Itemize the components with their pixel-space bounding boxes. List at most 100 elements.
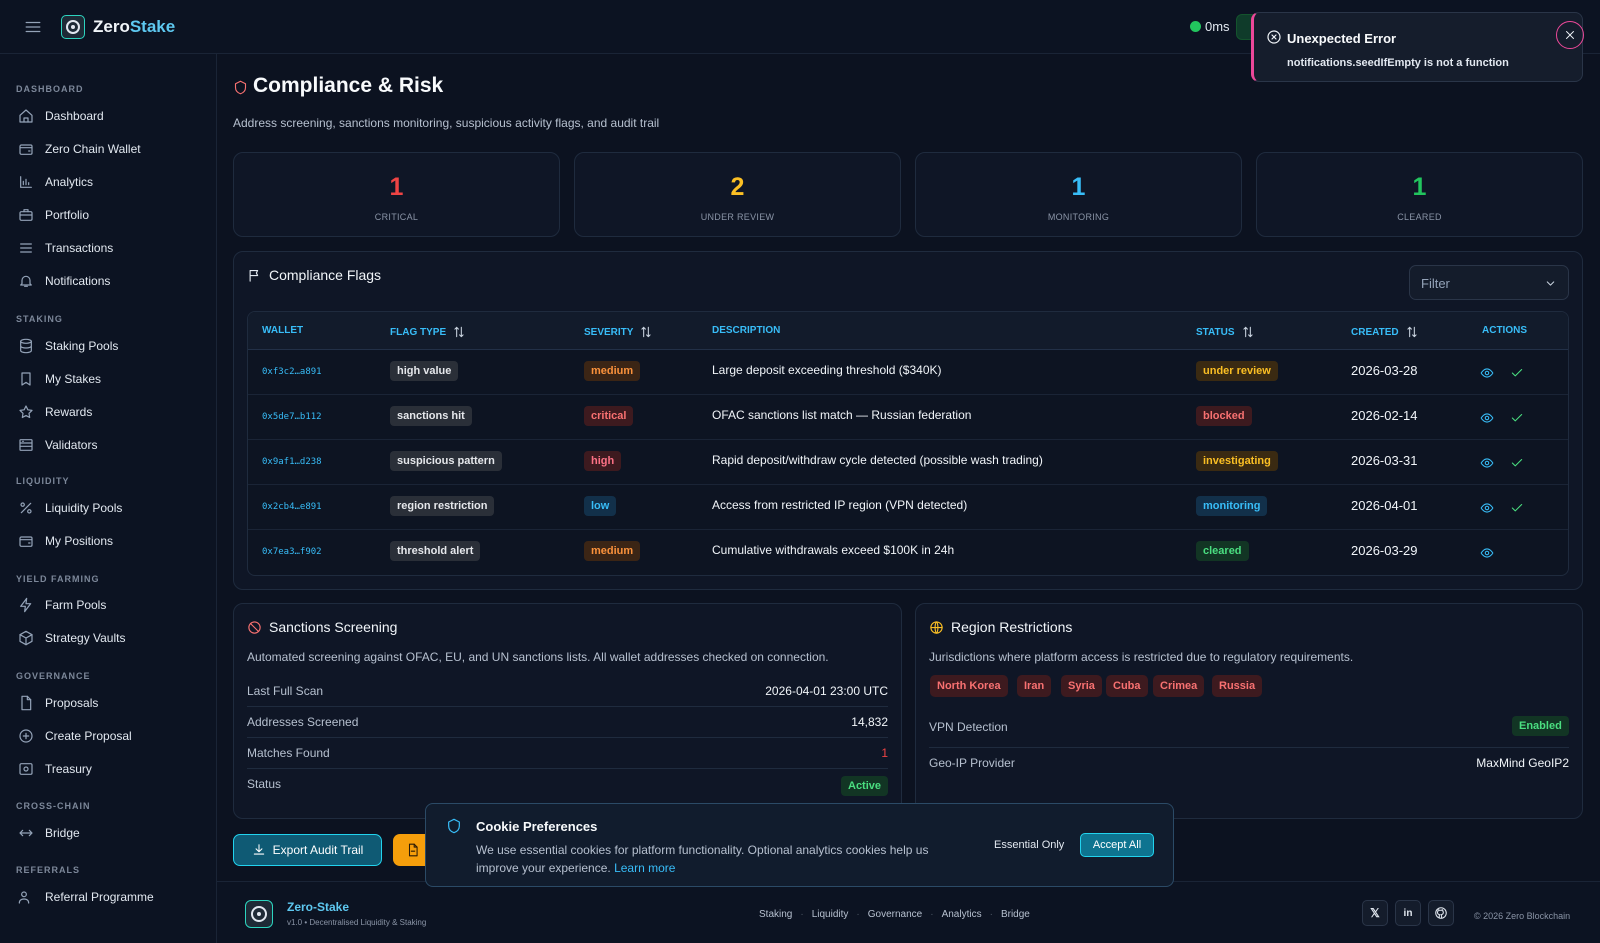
github-icon[interactable] [1428,900,1454,926]
sidebar-section-dashboard: DASHBOARD [16,84,84,94]
essential-only-button[interactable]: Essential Only [994,839,1064,851]
vpn-detection-row: VPN Detection [929,710,1569,748]
col-flag-type[interactable]: FLAG TYPE [390,325,466,339]
sidebar-item-proposals[interactable]: Proposals [18,695,98,711]
cube-icon [18,630,34,646]
shield-icon [233,80,248,95]
table-row: 0x2cb4…e891 region restriction low Acces… [248,485,1568,530]
view-eye-icon[interactable] [1480,456,1494,470]
footer: Zero-Stake v1.0 • Decentralised Liquidit… [217,881,1600,943]
table-row: 0xf3c2…a891 high value medium Large depo… [248,350,1568,395]
col-description: DESCRIPTION [712,325,781,336]
flag-type-tag: region restriction [390,496,495,516]
view-eye-icon[interactable] [1480,411,1494,425]
export-audit-trail-button[interactable]: Export Audit Trail [233,834,382,866]
sidebar-item-analytics[interactable]: Analytics [18,174,93,190]
status-badge: investigating [1196,451,1278,471]
sidebar-item-liquidity-pools[interactable]: Liquidity Pools [18,500,122,516]
page-title: Compliance & Risk [253,74,444,97]
menu-icon[interactable] [24,18,42,36]
last-scan-row: Last Full Scan 2026-04-01 23:00 UTC [247,676,888,707]
x-twitter-icon[interactable]: 𝕏 [1362,900,1388,926]
wallet-address[interactable]: 0x7ea3…f902 [262,547,322,557]
flag-description: OFAC sanctions list match — Russian fede… [712,408,972,422]
filter-select[interactable]: Filter [1409,265,1569,300]
footer-link-staking[interactable]: Staking [759,909,792,920]
table-row: 0x7ea3…f902 threshold alert medium Cumul… [248,530,1568,575]
footer-logo [245,900,273,928]
sidebar-item-bridge[interactable]: Bridge [18,825,80,841]
brand-logo[interactable] [61,15,85,39]
page-subtitle: Address screening, sanctions monitoring,… [233,116,660,130]
sidebar-item-transactions[interactable]: Transactions [18,240,113,256]
wallet-icon [18,141,34,157]
wallet-address[interactable]: 0x9af1…d238 [262,457,322,467]
footer-brand: Zero-Stake [287,900,350,914]
brand-name[interactable]: ZeroStake [93,17,175,37]
status-badge: monitoring [1196,496,1268,516]
sidebar-item-dashboard[interactable]: Dashboard [18,108,104,124]
compliance-flags-table: WALLET FLAG TYPE SEVERITY DESCRIPTION ST… [247,311,1569,576]
database-icon [18,338,34,354]
wallet-address[interactable]: 0x2cb4…e891 [262,502,322,512]
learn-more-link[interactable]: Learn more [614,861,675,875]
sidebar-item-my-positions[interactable]: My Positions [18,533,113,549]
approve-check-icon[interactable] [1510,366,1524,380]
linkedin-icon[interactable]: in [1395,900,1421,926]
sidebar-item-validators[interactable]: Validators [18,437,97,453]
col-status[interactable]: STATUS [1196,325,1255,339]
sidebar-item-portfolio[interactable]: Portfolio [18,207,89,223]
col-created[interactable]: CREATED [1351,325,1419,339]
footer-link-bridge[interactable]: Bridge [1001,909,1030,920]
star-icon [18,404,34,420]
sidebar-item-farm-pools[interactable]: Farm Pools [18,597,106,613]
geoip-row: Geo-IP Provider MaxMind GeoIP2 [929,756,1569,770]
bar-chart-icon [18,174,34,190]
approve-check-icon[interactable] [1510,411,1524,425]
footer-link-analytics[interactable]: Analytics [942,909,982,920]
footer-link-liquidity[interactable]: Liquidity [812,909,849,920]
cookie-text: We use essential cookies for platform fu… [476,843,929,875]
shield-icon [446,818,462,834]
flag-description: Large deposit exceeding threshold ($340K… [712,363,942,377]
approve-check-icon[interactable] [1510,501,1524,515]
severity-badge: medium [584,361,641,381]
flag-description: Rapid deposit/withdraw cycle detected (p… [712,453,1043,467]
sidebar-item-rewards[interactable]: Rewards [18,404,92,420]
region-chip: Russia [1212,675,1263,697]
col-severity[interactable]: SEVERITY [584,325,653,339]
wallet-address[interactable]: 0xf3c2…a891 [262,367,322,377]
region-description: Jurisdictions where platform access is r… [929,650,1354,664]
wallet-icon [18,533,34,549]
home-icon [18,108,34,124]
scan-status-badge: Active [841,776,889,796]
severity-badge: low [584,496,617,516]
view-eye-icon[interactable] [1480,546,1494,560]
sidebar-item-referral[interactable]: Referral Programme [18,889,154,905]
chevron-down-icon [1544,277,1557,290]
briefcase-icon [18,207,34,223]
sidebar-item-treasury[interactable]: Treasury [18,761,92,777]
sanctions-description: Automated screening against OFAC, EU, an… [247,650,829,664]
status-badge: cleared [1196,541,1249,561]
sidebar-item-staking-pools[interactable]: Staking Pools [18,338,118,354]
sidebar-item-strategy-vaults[interactable]: Strategy Vaults [18,630,125,646]
sidebar-item-notifications[interactable]: Notifications [18,273,110,289]
region-chip: Cuba [1106,675,1148,697]
close-icon [1564,29,1576,41]
accept-all-button[interactable]: Accept All [1080,833,1154,857]
approve-check-icon[interactable] [1510,456,1524,470]
sidebar-item-wallet[interactable]: Zero Chain Wallet [18,141,141,157]
footer-link-governance[interactable]: Governance [868,909,922,920]
sidebar-item-create-proposal[interactable]: Create Proposal [18,728,132,744]
stat-card-cleared: 1 CLEARED [1256,152,1583,237]
view-eye-icon[interactable] [1480,501,1494,515]
view-eye-icon[interactable] [1480,366,1494,380]
close-toast-button[interactable] [1556,21,1584,49]
sidebar-item-my-stakes[interactable]: My Stakes [18,371,101,387]
table-header: WALLET FLAG TYPE SEVERITY DESCRIPTION ST… [248,312,1568,350]
wallet-address[interactable]: 0x5de7…b112 [262,412,322,422]
sort-icon [639,325,653,339]
bookmark-icon [18,371,34,387]
globe-icon [929,620,944,635]
